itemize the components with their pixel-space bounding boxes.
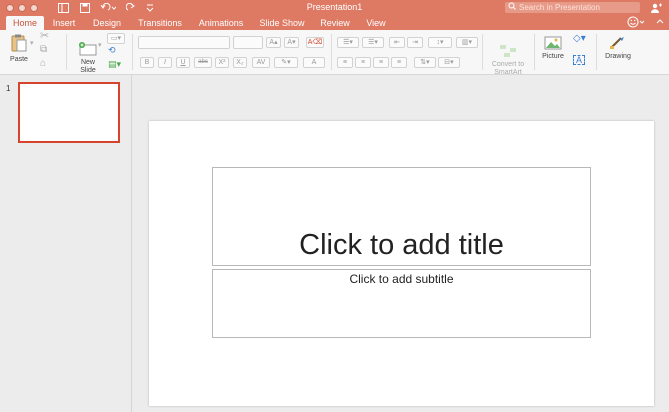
title-bar: Presentation1 Search in Presentation bbox=[0, 0, 669, 15]
cut-icon[interactable]: ✂ bbox=[40, 31, 49, 42]
new-slide-label: New Slide bbox=[80, 59, 96, 74]
paste-label: Paste bbox=[10, 56, 28, 63]
align-text-icon[interactable]: ⊟▾ bbox=[438, 57, 460, 68]
ribbon-divider bbox=[331, 34, 332, 70]
decrease-font-size-button[interactable]: A▾ bbox=[284, 37, 299, 48]
align-right-icon[interactable]: ≡ bbox=[373, 57, 389, 68]
numbering-icon[interactable]: ☰▾ bbox=[362, 37, 384, 48]
text-box-icon[interactable]: A bbox=[573, 55, 586, 65]
copy-icon[interactable]: ⧉ bbox=[40, 45, 47, 55]
tab-transitions[interactable]: Transitions bbox=[133, 16, 187, 30]
font-size-dropdown[interactable] bbox=[233, 36, 263, 49]
undo-icon[interactable] bbox=[100, 2, 116, 13]
reset-icon[interactable]: ⟲ bbox=[108, 46, 116, 55]
subtitle-placeholder-text: Click to add subtitle bbox=[349, 272, 454, 286]
subscript-button[interactable]: X₂ bbox=[233, 57, 247, 68]
sidebar-toggle-icon[interactable] bbox=[58, 2, 69, 13]
decrease-indent-icon[interactable]: ⇤ bbox=[389, 37, 405, 48]
slide-thumbnail[interactable] bbox=[18, 82, 120, 143]
layout-icon[interactable]: ▭▾ bbox=[107, 33, 125, 44]
font-name-dropdown[interactable] bbox=[138, 36, 230, 49]
title-placeholder[interactable]: Click to add title bbox=[212, 167, 591, 266]
ribbon-tab-bar: Home Insert Design Transitions Animation… bbox=[0, 15, 669, 30]
search-placeholder: Search in Presentation bbox=[519, 3, 600, 12]
bullets-icon[interactable]: ☰▾ bbox=[337, 37, 359, 48]
picture-icon bbox=[544, 36, 562, 50]
tab-slide-show[interactable]: Slide Show bbox=[256, 16, 308, 30]
text-direction-icon[interactable]: ⇅▾ bbox=[414, 57, 436, 68]
drawing-label: Drawing bbox=[605, 53, 631, 60]
new-slide-icon bbox=[79, 42, 97, 56]
text-highlight-icon[interactable]: ✎▾ bbox=[274, 57, 298, 68]
ribbon-divider bbox=[132, 34, 133, 70]
clipboard-icon bbox=[11, 34, 27, 52]
smiley-feedback-icon[interactable] bbox=[627, 16, 645, 27]
superscript-button[interactable]: X² bbox=[215, 57, 229, 68]
collapse-ribbon-icon[interactable] bbox=[655, 16, 665, 27]
close-window-button[interactable] bbox=[6, 4, 14, 12]
format-painter-icon[interactable]: ⌂ bbox=[40, 59, 46, 69]
ribbon-divider bbox=[596, 34, 597, 70]
align-center-icon[interactable]: ≡ bbox=[355, 57, 371, 68]
tab-home[interactable]: Home bbox=[6, 16, 44, 30]
paintbrush-icon bbox=[610, 37, 624, 49]
ribbon-divider bbox=[482, 34, 483, 70]
tab-insert[interactable]: Insert bbox=[48, 16, 80, 30]
justify-icon[interactable]: ≡ bbox=[391, 57, 407, 68]
tab-design[interactable]: Design bbox=[88, 16, 126, 30]
save-icon[interactable] bbox=[80, 2, 90, 13]
font-color-button[interactable]: A bbox=[303, 57, 325, 68]
minimize-window-button[interactable] bbox=[18, 4, 26, 12]
paste-dropdown-icon[interactable]: ▾ bbox=[30, 40, 34, 48]
tab-view[interactable]: View bbox=[362, 16, 390, 30]
ribbon-divider bbox=[66, 34, 67, 70]
customize-toolbar-icon[interactable] bbox=[146, 2, 154, 13]
ribbon-home: Paste ▾ ✂ ⧉ ⌂ New Slide ▾ ▭▾ ⟲ ▤▾ A▴ A▾ … bbox=[0, 30, 669, 76]
paste-button[interactable]: Paste bbox=[6, 33, 32, 64]
section-icon[interactable]: ▤▾ bbox=[108, 60, 121, 69]
clear-formatting-icon[interactable]: A⌫ bbox=[306, 37, 324, 48]
tab-animations[interactable]: Animations bbox=[195, 16, 247, 30]
bold-button[interactable]: B bbox=[140, 57, 154, 68]
italic-button[interactable]: I bbox=[158, 57, 172, 68]
search-field[interactable]: Search in Presentation bbox=[505, 2, 640, 13]
title-placeholder-text: Click to add title bbox=[299, 229, 504, 261]
increase-indent-icon[interactable]: ⇥ bbox=[407, 37, 423, 48]
share-person-icon[interactable] bbox=[650, 2, 662, 13]
character-spacing-button[interactable]: AV bbox=[252, 57, 270, 68]
shapes-icon[interactable]: ◇▾ bbox=[573, 34, 586, 44]
columns-icon[interactable]: ▥▾ bbox=[456, 37, 478, 48]
line-spacing-icon[interactable]: ↕▾ bbox=[428, 37, 452, 48]
strikethrough-button[interactable]: abc bbox=[194, 57, 212, 68]
redo-icon[interactable] bbox=[126, 2, 136, 13]
picture-button[interactable]: Picture bbox=[538, 36, 568, 61]
picture-label: Picture bbox=[542, 53, 564, 60]
subtitle-placeholder[interactable]: Click to add subtitle bbox=[212, 269, 591, 338]
align-left-icon[interactable]: ≡ bbox=[337, 57, 353, 68]
ribbon-divider bbox=[534, 34, 535, 70]
slide-number: 1 bbox=[6, 84, 11, 93]
tab-review[interactable]: Review bbox=[316, 16, 354, 30]
zoom-window-button[interactable] bbox=[30, 4, 38, 12]
new-slide-dropdown-icon[interactable]: ▾ bbox=[98, 42, 102, 50]
drawing-button[interactable]: Drawing bbox=[601, 36, 635, 61]
search-icon bbox=[508, 2, 517, 13]
increase-font-size-button[interactable]: A▴ bbox=[266, 37, 281, 48]
underline-button[interactable]: U bbox=[176, 57, 190, 68]
smartart-icon bbox=[500, 45, 516, 57]
